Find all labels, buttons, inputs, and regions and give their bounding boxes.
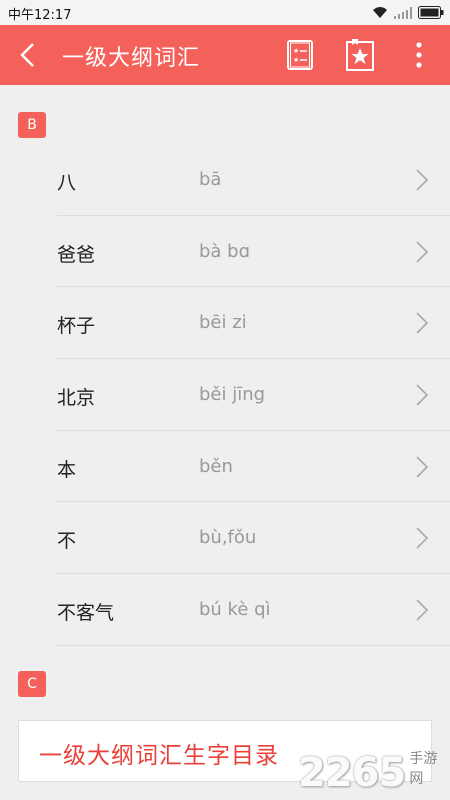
watermark-number: 2265 [298, 750, 406, 796]
word-list: 八 bā 爸爸 bà bɑ 杯子 bēi zi 北京 běi jīng 本 bě… [57, 144, 450, 646]
word-hanzi: 杯子 [57, 315, 96, 338]
more-button[interactable] [404, 38, 434, 72]
word-hanzi: 不客气 [57, 602, 115, 625]
word-hanzi: 本 [57, 458, 77, 481]
wifi-icon [372, 4, 388, 23]
svg-text:★: ★ [293, 47, 299, 55]
chevron-right-icon [416, 312, 429, 334]
battery-icon [418, 4, 444, 23]
word-pinyin: bú kè qì [199, 599, 271, 621]
status-bar: 中午12:17 [0, 0, 450, 25]
chevron-right-icon [416, 169, 429, 191]
word-pinyin: běi jīng [199, 384, 266, 406]
word-hanzi: 不 [57, 530, 77, 553]
status-time: 中午12:17 [8, 8, 72, 23]
word-hanzi: 北京 [57, 387, 96, 410]
word-row[interactable]: 杯子 bēi zi [57, 287, 450, 360]
chevron-right-icon [416, 599, 429, 621]
more-vertical-icon [416, 42, 422, 68]
chevron-left-icon [20, 43, 34, 67]
word-row[interactable]: 不 bù,fǒu [57, 502, 450, 575]
back-button[interactable] [10, 37, 44, 73]
word-row[interactable]: 八 bā [57, 144, 450, 216]
word-row[interactable]: 爸爸 bà bɑ [57, 216, 450, 288]
watermark-site: 手游网 [409, 751, 438, 787]
status-icons [372, 5, 444, 21]
chevron-right-icon [416, 527, 429, 550]
signal-icon [394, 4, 412, 23]
chevron-right-icon [416, 456, 429, 478]
section-header-c: C [18, 671, 46, 697]
word-pinyin: bà bɑ [199, 240, 251, 262]
watermark-logo: 2265 手游网 [298, 740, 450, 796]
word-pinyin: bēi zi [199, 312, 247, 334]
word-pinyin: běn [199, 455, 233, 477]
svg-text:★: ★ [293, 56, 299, 64]
word-hanzi: 八 [57, 172, 77, 194]
bookmark-button[interactable] [345, 38, 375, 72]
word-row[interactable]: 北京 běi jīng [57, 359, 450, 431]
word-list-button[interactable]: ★ ★ [285, 38, 315, 72]
chevron-right-icon [416, 384, 429, 406]
word-row[interactable]: 不客气 bú kè qì [57, 574, 450, 646]
word-list-icon: ★ ★ [287, 40, 313, 70]
bookmark-star-icon [346, 39, 374, 71]
app-bar: 一级大纲词汇 ★ ★ [0, 25, 450, 85]
word-pinyin: bù,fǒu [199, 527, 257, 549]
word-pinyin: bā [199, 169, 222, 190]
word-hanzi: 爸爸 [57, 243, 96, 266]
chevron-right-icon [416, 241, 429, 263]
section-header-b: B [18, 112, 46, 138]
page-title: 一级大纲词汇 [62, 46, 201, 71]
word-row[interactable]: 本 běn [57, 431, 450, 503]
vocabulary-index-label: 一级大纲词汇生字目录 [39, 743, 279, 769]
